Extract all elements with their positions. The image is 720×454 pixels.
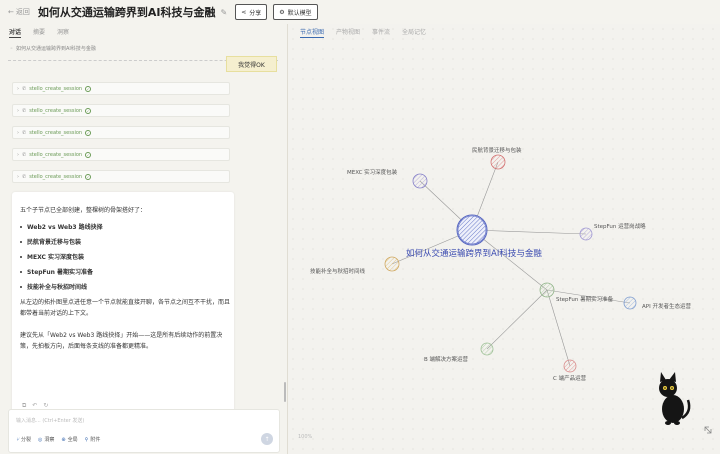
phone-icon: ✆: [22, 107, 27, 114]
reply-paragraph: 建议先从「Web2 vs Web3 路线抉择」开始——这是所有后续动作的前置决策…: [20, 332, 223, 350]
share-icon: ⋖: [241, 8, 247, 16]
reply-intro: 五个子节点已全部创建，整棵树的骨架搭好了：: [20, 207, 147, 214]
check-icon: ✓: [85, 129, 92, 136]
node-label: 民航背景迁移与包装: [472, 146, 522, 154]
node-circle: [480, 342, 494, 356]
chevron-right-icon: ›: [17, 107, 19, 114]
list-item: Web2 vs Web3 路线抉择: [20, 219, 103, 234]
user-message: 我觉得OK: [226, 56, 277, 72]
fork-button[interactable]: ⑂ 分裂: [16, 436, 31, 444]
root-node-fill: [457, 215, 487, 245]
chevron-right-icon: ›: [17, 173, 19, 180]
chat-tabs: 对话 摘要 洞察: [9, 27, 69, 38]
node-label: StepFun 暑期实习准备: [556, 295, 614, 303]
back-button[interactable]: ← 返回: [8, 7, 30, 17]
cat-mascot-icon[interactable]: [659, 372, 691, 425]
node-circle: [490, 154, 506, 170]
root-node[interactable]: 如何从交通运输跨界到AI科技与金融: [406, 214, 542, 259]
input-actions: ⑂ 分裂 ◎ 洞察 ⊕ 全局 ⚲ 附件: [16, 436, 101, 444]
edit-title-icon[interactable]: ✎: [220, 8, 227, 17]
tool-call-item[interactable]: › ✆ stello_create_session ✓: [12, 148, 230, 161]
assistant-reply: 五个子节点已全部创建，整棵树的骨架搭好了： Web2 vs Web3 路线抉择 …: [12, 192, 234, 420]
check-icon: ✓: [85, 85, 92, 92]
input-placeholder: 输入消息... (Ctrl+Enter 发送): [16, 418, 85, 424]
node-label: 技能补全与秋招时间线: [310, 267, 366, 275]
graph-edges: [391, 161, 631, 367]
root-node-label: 如何从交通运输跨界到AI科技与金融: [406, 248, 542, 259]
node-label: StepFun 运营岗战略: [594, 222, 646, 230]
fork-icon: ⑂: [16, 436, 20, 443]
paperclip-icon: ⚲: [84, 436, 89, 443]
node-label: API 开发者生态运营: [642, 302, 691, 310]
graph-node[interactable]: API 开发者生态运营: [623, 296, 691, 310]
tool-call-item[interactable]: › ✆ stello_create_session ✓: [12, 104, 230, 117]
model-select-button[interactable]: ⚙ 默认模型: [273, 4, 318, 20]
chevron-right-icon: ›: [17, 151, 19, 158]
node-label: MEXC 实习深度包装: [347, 168, 398, 176]
phone-icon: ✆: [22, 173, 27, 180]
zoom-level: 100%: [298, 434, 313, 440]
node-circle: [579, 227, 593, 241]
insight-button[interactable]: ◎ 洞察: [38, 436, 54, 444]
send-button[interactable]: ↑: [261, 433, 273, 445]
graph-node[interactable]: 技能补全与秋招时间线: [310, 256, 400, 275]
graph-node[interactable]: StepFun 运营岗战略: [579, 222, 646, 241]
node-dot-icon: ◦: [10, 45, 13, 52]
graph-node[interactable]: StepFun 暑期实习准备: [539, 282, 614, 303]
top-bar: ← 返回 如何从交通运输跨界到AI科技与金融 ✎ ⋖ 分享 ⚙ 默认模型: [0, 0, 720, 24]
graph-panel: 节点视图 产物视图 事件流 全局记忆 如何从交通运输跨界到AI科技与金融 民航背…: [288, 24, 720, 454]
globe-icon: ⊕: [61, 436, 66, 443]
eye-icon: ◎: [38, 436, 43, 443]
node-label: C 端产品运营: [553, 374, 587, 382]
check-icon: ✓: [85, 107, 92, 114]
phone-icon: ✆: [22, 85, 27, 92]
page-title: 如何从交通运输跨界到AI科技与金融: [37, 6, 216, 19]
phone-icon: ✆: [22, 151, 27, 158]
tool-call-item[interactable]: › ✆ stello_create_session ✓: [12, 82, 230, 95]
scrollbar[interactable]: [284, 382, 286, 402]
graph-node[interactable]: C 端产品运营: [553, 359, 587, 382]
check-icon: ✓: [85, 151, 92, 158]
tool-call-item[interactable]: › ✆ stello_create_session ✓: [12, 126, 230, 139]
tab-chat[interactable]: 对话: [9, 27, 22, 38]
chevron-right-icon: ›: [17, 85, 19, 92]
list-item: 民航背景迁移与包装: [20, 234, 103, 249]
node-circle: [623, 296, 637, 310]
expand-icon[interactable]: [704, 426, 712, 434]
tab-insight[interactable]: 洞察: [57, 27, 69, 38]
node-label: B 端解决方案运营: [424, 355, 469, 363]
message-input[interactable]: 输入消息... (Ctrl+Enter 发送) ⑂ 分裂 ◎ 洞察 ⊕ 全局 ⚲ 附件 …: [8, 409, 280, 453]
node-circle: [384, 256, 400, 272]
graph-node[interactable]: 民航背景迁移与包装: [472, 146, 522, 170]
phone-icon: ✆: [22, 129, 27, 136]
graph-node[interactable]: B 端解决方案运营: [424, 342, 494, 363]
list-item: MEXC 实习深度包装: [20, 249, 103, 264]
list-item: StepFun 暑期实习准备: [20, 264, 103, 279]
topology-graph: 如何从交通运输跨界到AI科技与金融 民航背景迁移与包装 MEXC 实习深度包装 …: [310, 146, 712, 434]
tool-call-item[interactable]: › ✆ stello_create_session ✓: [12, 170, 230, 183]
check-icon: ✓: [85, 173, 92, 180]
attach-button[interactable]: ⚲ 附件: [84, 436, 101, 444]
graph-node[interactable]: MEXC 实习深度包装: [347, 168, 428, 189]
reply-paragraph: 从左边的拓扑图里点进任意一个节点就能直接开聊，各节点之间互不干扰，而且都带着当前…: [20, 299, 231, 317]
reply-list: Web2 vs Web3 路线抉择 民航背景迁移与包装 MEXC 实习深度包装 …: [20, 219, 103, 294]
list-item: 技能补全与秋招时间线: [20, 279, 103, 294]
share-button[interactable]: ⋖ 分享: [235, 4, 268, 20]
send-arrow-icon: ↑: [264, 435, 270, 443]
breadcrumb: ◦ 如何从交通运输跨界到AI科技与金融: [10, 45, 96, 53]
chevron-right-icon: ›: [17, 129, 19, 136]
node-circle: [412, 173, 428, 189]
node-circle: [563, 359, 577, 373]
global-button[interactable]: ⊕ 全局: [61, 436, 77, 444]
tab-summary[interactable]: 摘要: [33, 27, 45, 38]
node-circle: [539, 282, 555, 298]
chat-panel: 对话 摘要 洞察 ◦ 如何从交通运输跨界到AI科技与金融 我觉得OK › ✆ s…: [0, 24, 287, 454]
gear-icon: ⚙: [279, 8, 285, 16]
back-arrow-icon: ←: [8, 8, 14, 16]
